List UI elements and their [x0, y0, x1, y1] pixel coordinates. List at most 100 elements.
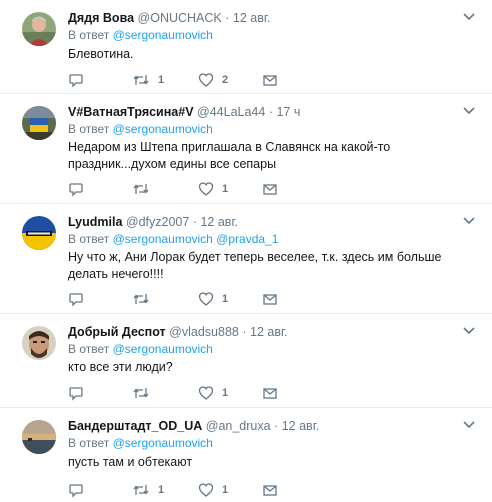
reply-icon	[68, 181, 84, 197]
separator-dot: ·	[274, 419, 279, 433]
like-count: 1	[222, 387, 229, 399]
author-handle[interactable]: @ONUCHACK	[138, 11, 222, 25]
reply-button[interactable]	[68, 181, 92, 197]
chevron-down-icon[interactable]	[462, 104, 476, 116]
reply-icon	[68, 72, 84, 88]
like-count: 1	[222, 183, 229, 195]
tweet-header: Lyudmila @dfyz2007 · 12 авг.	[68, 214, 238, 230]
like-button[interactable]: 1	[198, 181, 228, 197]
direct-message-button[interactable]	[262, 72, 278, 88]
avatar[interactable]	[22, 12, 56, 46]
avatar[interactable]	[22, 106, 56, 140]
direct-message-button[interactable]	[262, 482, 278, 498]
avatar[interactable]	[22, 326, 56, 360]
reply-button[interactable]	[68, 291, 92, 307]
tweet-header: Дядя Вова @ONUCHACK · 12 авг.	[68, 10, 270, 26]
like-button[interactable]: 1	[198, 482, 228, 498]
retweet-count: 1	[158, 74, 165, 86]
reply-prefix: В ответ	[68, 232, 110, 246]
retweet-button[interactable]: 1	[132, 72, 164, 88]
author-name[interactable]: Дядя Вова	[68, 11, 134, 25]
direct-message-button[interactable]	[262, 385, 278, 401]
reply-button[interactable]	[68, 72, 92, 88]
like-button[interactable]: 1	[198, 385, 228, 401]
mention-link[interactable]: @sergonaumovich	[113, 28, 213, 42]
mention-link[interactable]: @sergonaumovich	[113, 436, 213, 450]
tweet-actions: 1	[68, 385, 288, 401]
reply-button[interactable]	[68, 482, 92, 498]
avatar[interactable]	[22, 420, 56, 454]
chevron-down-icon[interactable]	[462, 10, 476, 22]
reply-prefix: В ответ	[68, 122, 110, 136]
author-name[interactable]: Lyudmila	[68, 215, 122, 229]
tweet-text: пусть там и обтекают	[68, 455, 193, 469]
envelope-icon	[262, 291, 278, 307]
tweet-actions: 1 2	[68, 72, 288, 88]
tweet[interactable]: Бандерштадт_OD_UA @an_druxa · 12 авг. В …	[0, 408, 492, 502]
mention-link[interactable]: @sergonaumovich	[113, 122, 213, 136]
retweet-button[interactable]	[132, 385, 158, 401]
tweet-text: Ну что ж, Ани Лорак будет теперь веселее…	[68, 250, 442, 281]
timestamp[interactable]: 12 авг.	[250, 325, 287, 339]
envelope-icon	[262, 482, 278, 498]
tweet[interactable]: Добрый Деспот @vladsu888 · 12 авг. В отв…	[0, 314, 492, 408]
tweet-header: Добрый Деспот @vladsu888 · 12 авг.	[68, 324, 287, 340]
reply-context: В ответ @sergonaumovich @pravda_1	[68, 232, 278, 247]
tweet-actions: 1	[68, 291, 288, 307]
reply-context: В ответ @sergonaumovich	[68, 436, 213, 451]
chevron-down-icon[interactable]	[462, 214, 476, 226]
timestamp[interactable]: 12 авг.	[200, 215, 237, 229]
author-handle[interactable]: @44LaLa44	[197, 105, 265, 119]
heart-icon	[198, 181, 214, 197]
author-handle[interactable]: @an_druxa	[206, 419, 271, 433]
reply-icon	[68, 482, 84, 498]
retweet-icon	[132, 181, 150, 197]
tweet-header: V#ВатнаяТрясина#V @44LaLa44 · 17 ч	[68, 104, 300, 120]
replies-feed: Дядя Вова @ONUCHACK · 12 авг. В ответ @s…	[0, 0, 492, 502]
reply-icon	[68, 385, 84, 401]
tweet-text: Недаром из Штепа приглашала в Славянск н…	[68, 140, 391, 171]
tweet-text: Блевотина.	[68, 47, 134, 61]
like-button[interactable]: 2	[198, 72, 228, 88]
timestamp[interactable]: 12 авг.	[282, 419, 319, 433]
tweet[interactable]: Lyudmila @dfyz2007 · 12 авг. В ответ @se…	[0, 204, 492, 314]
reply-context: В ответ @sergonaumovich	[68, 28, 213, 43]
tweet-text: кто все эти люди?	[68, 360, 173, 374]
heart-icon	[198, 385, 214, 401]
mention-link[interactable]: @sergonaumovich @pravda_1	[113, 232, 279, 246]
separator-dot: ·	[225, 11, 230, 25]
chevron-down-icon[interactable]	[462, 418, 476, 430]
mention-link[interactable]: @sergonaumovich	[113, 342, 213, 356]
direct-message-button[interactable]	[262, 291, 278, 307]
direct-message-button[interactable]	[262, 181, 278, 197]
timestamp[interactable]: 12 авг.	[233, 11, 270, 25]
avatar[interactable]	[22, 216, 56, 250]
reply-context: В ответ @sergonaumovich	[68, 122, 213, 137]
retweet-icon	[132, 72, 150, 88]
reply-prefix: В ответ	[68, 436, 110, 450]
author-name[interactable]: Бандерштадт_OD_UA	[68, 419, 202, 433]
heart-icon	[198, 482, 214, 498]
retweet-button[interactable]	[132, 291, 158, 307]
retweet-button[interactable]: 1	[132, 482, 164, 498]
author-handle[interactable]: @vladsu888	[169, 325, 239, 339]
author-handle[interactable]: @dfyz2007	[126, 215, 189, 229]
retweet-button[interactable]	[132, 181, 158, 197]
heart-icon	[198, 72, 214, 88]
retweet-icon	[132, 482, 150, 498]
author-name[interactable]: V#ВатнаяТрясина#V	[68, 105, 194, 119]
envelope-icon	[262, 181, 278, 197]
like-count: 1	[222, 293, 229, 305]
reply-button[interactable]	[68, 385, 92, 401]
chevron-down-icon[interactable]	[462, 324, 476, 336]
envelope-icon	[262, 385, 278, 401]
tweet[interactable]: V#ВатнаяТрясина#V @44LaLa44 · 17 ч В отв…	[0, 94, 492, 204]
heart-icon	[198, 291, 214, 307]
author-name[interactable]: Добрый Деспот	[68, 325, 166, 339]
like-button[interactable]: 1	[198, 291, 228, 307]
retweet-icon	[132, 291, 150, 307]
reply-prefix: В ответ	[68, 28, 110, 42]
retweet-count: 1	[158, 484, 165, 496]
tweet[interactable]: Дядя Вова @ONUCHACK · 12 авг. В ответ @s…	[0, 0, 492, 94]
timestamp[interactable]: 17 ч	[276, 105, 300, 119]
